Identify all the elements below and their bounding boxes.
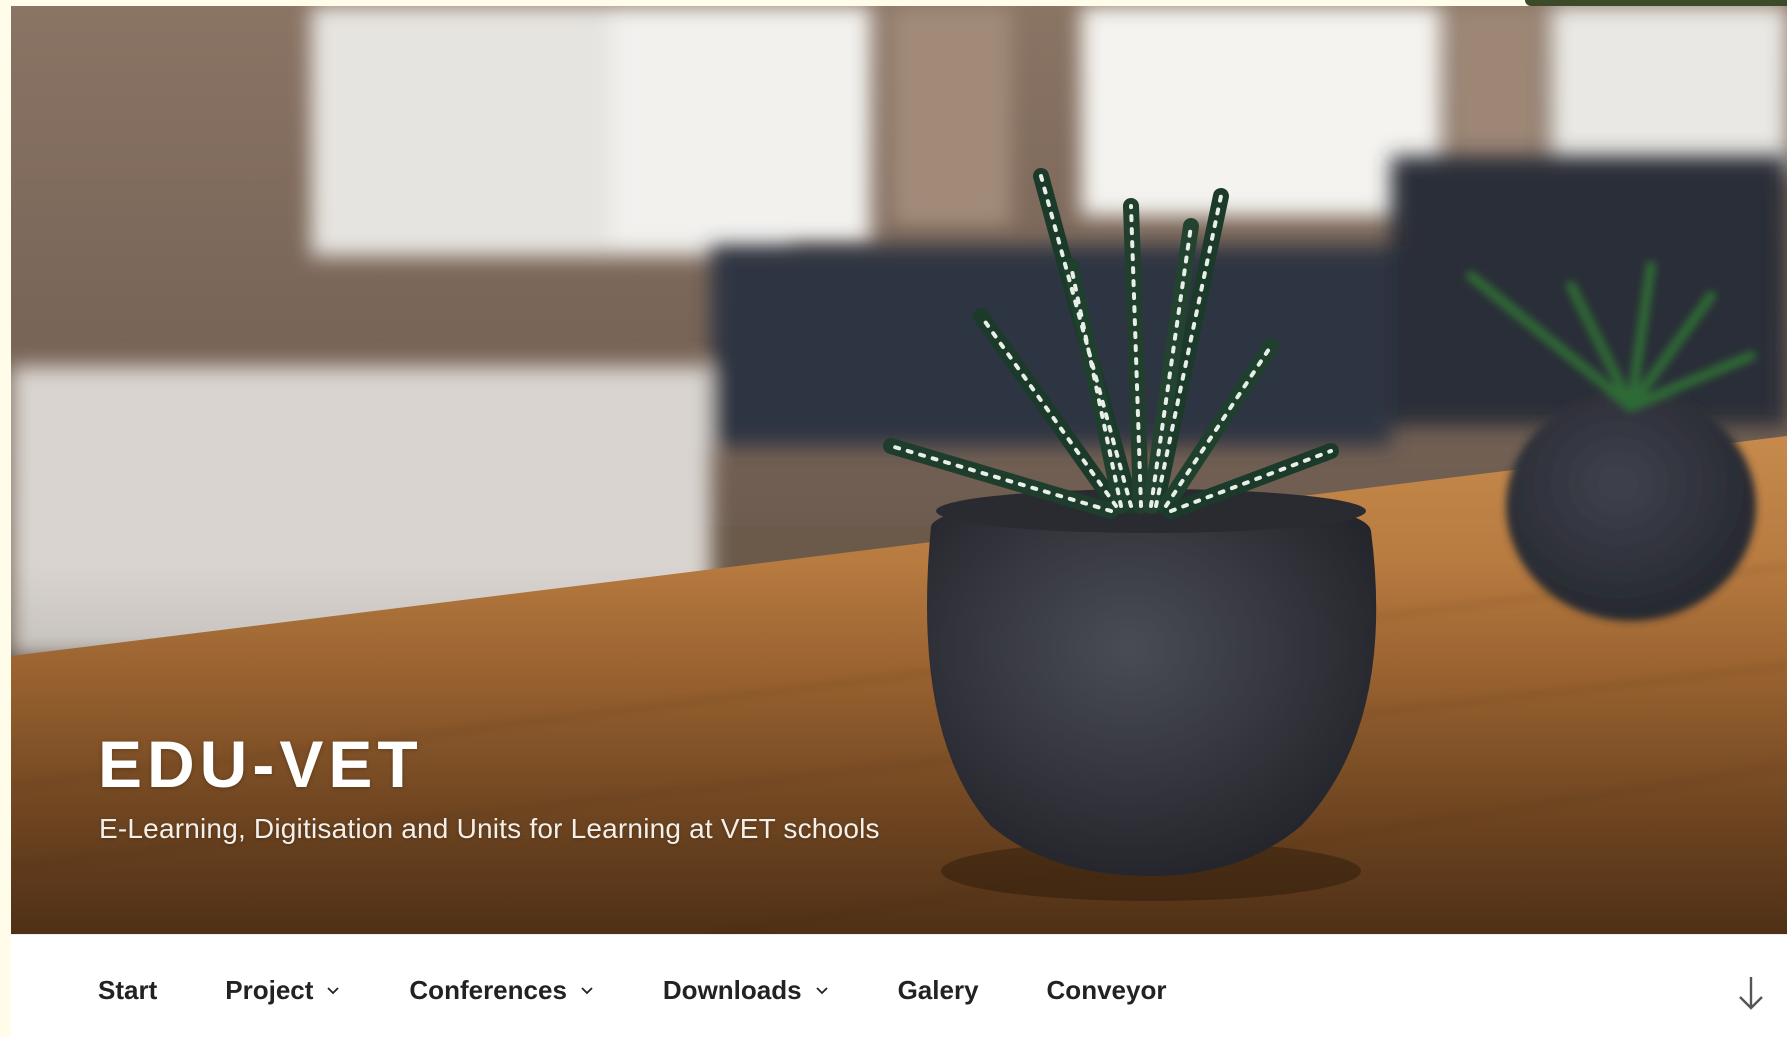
nav-menu: Start Project Conferences Downloads Gale… xyxy=(98,975,1234,1006)
nav-item-downloads[interactable]: Downloads xyxy=(663,975,830,1006)
nav-item-label: Conferences xyxy=(409,975,567,1005)
nav-item-conferences[interactable]: Conferences xyxy=(409,975,595,1006)
nav-item-conveyor[interactable]: Conveyor xyxy=(1047,975,1167,1006)
site-tagline: E-Learning, Digitisation and Units for L… xyxy=(99,813,880,844)
site-title[interactable]: EDU-VET xyxy=(98,726,423,802)
nav-item-label: Galery xyxy=(897,975,979,1005)
nav-item-galery[interactable]: Galery xyxy=(898,975,979,1006)
nav-item-label: Start xyxy=(98,975,158,1005)
nav-item-start[interactable]: Start xyxy=(98,975,157,1006)
arrow-down-icon[interactable] xyxy=(1735,973,1767,1013)
chevron-down-icon xyxy=(327,986,340,994)
main-navigation: Start Project Conferences Downloads Gale… xyxy=(11,934,1787,1037)
nav-item-label: Project xyxy=(225,975,314,1005)
page: EDU-VET E-Learning, Digitisation and Uni… xyxy=(0,0,1787,1037)
header-hero-image: EDU-VET E-Learning, Digitisation and Uni… xyxy=(11,6,1787,934)
chevron-down-icon xyxy=(815,986,828,994)
nav-item-project[interactable]: Project xyxy=(225,975,341,1006)
nav-item-label: Conveyor xyxy=(1046,975,1167,1005)
chevron-down-icon xyxy=(581,986,593,994)
nav-item-label: Downloads xyxy=(662,975,802,1005)
